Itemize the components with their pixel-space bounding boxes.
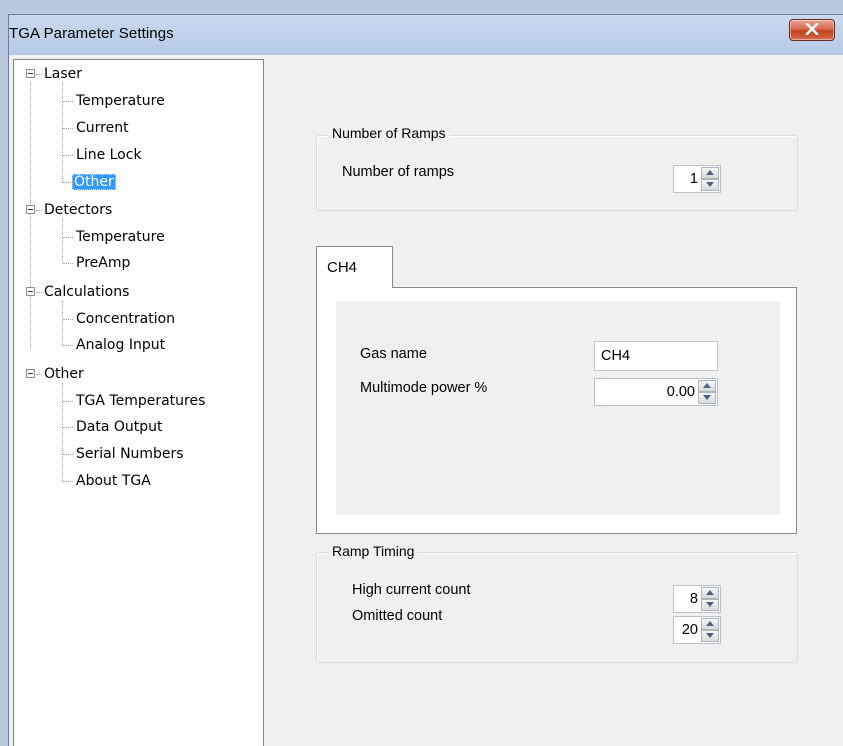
dialog-client-area: Laser Temperature Current Line Lock Othe… — [9, 55, 843, 746]
tree-other-line — [62, 383, 63, 481]
tree-laser-line — [62, 83, 63, 183]
spin-up-button[interactable] — [701, 587, 719, 599]
spin-down-icon — [706, 633, 714, 638]
gas-tab-content — [336, 301, 780, 515]
number-of-ramps-group-title: Number of Ramps — [328, 125, 450, 141]
tree-item-other[interactable]: Other — [42, 364, 86, 384]
dialog-window: TGA Parameter Settings Laser Temperature… — [8, 14, 843, 746]
tree-item-detectors-preamp[interactable]: PreAmp — [74, 253, 132, 273]
tree-item-calculations-concentration[interactable]: Concentration — [74, 309, 177, 329]
window-title: TGA Parameter Settings — [9, 25, 174, 42]
multimode-power-value: 0.00 — [666, 384, 695, 400]
spin-down-button[interactable] — [701, 599, 719, 611]
omitted-count-value: 20 — [681, 622, 698, 638]
spin-down-button[interactable] — [698, 392, 716, 404]
omitted-count-label: Omitted count — [352, 608, 443, 624]
tree-connector — [63, 401, 73, 402]
tab-ch4[interactable]: CH4 — [316, 246, 393, 288]
ramp-timing-group-title: Ramp Timing — [328, 543, 419, 559]
tree-item-other-data-output[interactable]: Data Output — [74, 417, 165, 437]
title-bar: TGA Parameter Settings — [9, 15, 843, 55]
collapse-icon[interactable] — [26, 69, 35, 78]
gas-tab-panel — [316, 287, 797, 534]
spin-down-icon — [703, 395, 711, 400]
spin-up-button[interactable] — [701, 618, 719, 630]
spin-down-icon — [706, 182, 714, 187]
close-icon — [805, 23, 819, 35]
close-button[interactable] — [789, 19, 835, 41]
tree-connector — [63, 345, 73, 346]
high-current-count-value: 8 — [689, 591, 698, 607]
tree-item-detectors[interactable]: Detectors — [42, 200, 114, 220]
collapse-icon[interactable] — [26, 205, 35, 214]
omitted-count-spinner[interactable]: 20 — [673, 616, 721, 644]
number-of-ramps-spinner[interactable]: 1 — [673, 165, 721, 193]
tree-connector — [63, 263, 73, 264]
tree-connector — [63, 128, 73, 129]
tree-item-laser-temperature[interactable]: Temperature — [74, 91, 167, 111]
tree-connector — [63, 427, 73, 428]
number-of-ramps-label: Number of ramps — [342, 164, 455, 180]
tree-item-laser[interactable]: Laser — [42, 64, 84, 84]
tree-item-other-tga-temperatures[interactable]: TGA Temperatures — [74, 391, 207, 411]
tree-connector — [63, 454, 73, 455]
tree-item-laser-line-lock[interactable]: Line Lock — [74, 145, 144, 165]
number-of-ramps-value: 1 — [689, 171, 698, 187]
tree-calculations-line — [62, 301, 63, 345]
tree-connector — [63, 319, 73, 320]
spin-up-icon — [706, 621, 714, 626]
tree-detectors-line — [62, 219, 63, 263]
multimode-power-spinner[interactable]: 0.00 — [594, 378, 718, 406]
tree-connector — [63, 101, 73, 102]
high-current-count-label: High current count — [352, 582, 471, 598]
tree-connector — [63, 237, 73, 238]
tree-item-other-about-tga[interactable]: About TGA — [74, 471, 153, 491]
tree-item-calculations-analog-input[interactable]: Analog Input — [74, 335, 167, 355]
spin-up-button[interactable] — [701, 167, 719, 179]
tree-item-calculations[interactable]: Calculations — [42, 282, 131, 302]
collapse-icon[interactable] — [26, 287, 35, 296]
collapse-icon[interactable] — [26, 369, 35, 378]
spin-up-icon — [706, 590, 714, 595]
gas-name-field[interactable]: CH4 — [594, 341, 718, 371]
spin-up-button[interactable] — [698, 380, 716, 392]
spin-down-button[interactable] — [701, 630, 719, 642]
tree-item-laser-current[interactable]: Current — [74, 118, 131, 138]
gas-name-label: Gas name — [360, 346, 427, 362]
multimode-power-label: Multimode power % — [360, 380, 488, 396]
high-current-count-spinner[interactable]: 8 — [673, 585, 721, 613]
tree-connector — [63, 155, 73, 156]
tree-item-detectors-temperature[interactable]: Temperature — [74, 227, 167, 247]
settings-tree[interactable]: Laser Temperature Current Line Lock Othe… — [13, 59, 264, 746]
spin-up-icon — [706, 170, 714, 175]
spin-up-icon — [703, 383, 711, 388]
spin-down-icon — [706, 602, 714, 607]
tree-root-line — [30, 83, 31, 349]
tree-item-laser-other[interactable]: Other — [72, 172, 116, 192]
tree-item-other-serial-numbers[interactable]: Serial Numbers — [74, 444, 186, 464]
spin-down-button[interactable] — [701, 179, 719, 191]
tree-connector — [63, 481, 73, 482]
